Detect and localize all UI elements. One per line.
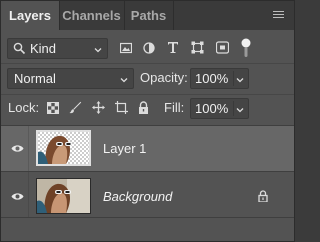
layer-name[interactable]: Background <box>103 189 172 204</box>
background-thumbnail <box>36 178 91 214</box>
layer-row-layer-1[interactable]: Layer 1 <box>1 126 294 171</box>
smart-object-filter-icon[interactable] <box>216 41 229 54</box>
lock-all-icon[interactable] <box>138 101 149 114</box>
search-icon <box>13 42 26 55</box>
lock-image-pixels-icon[interactable] <box>69 101 82 114</box>
filter-toggle-icon[interactable] <box>241 38 251 58</box>
chevron-down-icon[interactable] <box>236 106 244 114</box>
layers-panel: Layers Channels Paths Kind Normal Opacit… <box>0 0 295 242</box>
adjustment-filter-icon[interactable] <box>143 42 155 54</box>
divider <box>1 63 294 64</box>
blend-mode-value: Normal <box>14 71 56 86</box>
filter-kind-value: Kind <box>30 41 57 56</box>
panel-menu-icon[interactable] <box>273 11 284 19</box>
panel-tab-bar: Layers Channels Paths <box>1 1 294 30</box>
fill-label: Fill: <box>164 100 185 115</box>
chevron-down-icon <box>94 48 102 53</box>
lock-transparent-pixels-icon[interactable] <box>47 102 59 114</box>
layer-name[interactable]: Layer 1 <box>103 141 146 156</box>
opacity-label: Opacity: <box>140 70 188 85</box>
chevron-down-icon <box>120 78 128 83</box>
chevron-down-icon[interactable] <box>236 76 244 84</box>
divider <box>1 94 294 95</box>
divider <box>233 71 234 86</box>
tab-layers[interactable]: Layers <box>1 1 60 30</box>
divider <box>28 172 29 217</box>
layer-row-background[interactable]: Background <box>1 172 294 217</box>
divider <box>28 126 29 171</box>
opacity-field[interactable]: 100% <box>190 68 249 89</box>
shape-filter-icon[interactable] <box>191 41 204 54</box>
layer-1-image <box>38 132 89 164</box>
lock-artboard-icon[interactable] <box>115 101 128 114</box>
filter-kind-select[interactable]: Kind <box>7 38 108 59</box>
blend-mode-select[interactable]: Normal <box>7 68 134 89</box>
tab-paths[interactable]: Paths <box>124 1 174 30</box>
eye-icon[interactable] <box>11 144 24 153</box>
background-image <box>37 179 90 213</box>
opacity-value: 100% <box>195 71 229 86</box>
layer-1-thumbnail <box>36 130 91 166</box>
image-filter-icon[interactable] <box>120 42 132 54</box>
fill-value: 100% <box>195 101 229 116</box>
tab-channels[interactable]: Channels <box>59 1 125 30</box>
divider <box>233 101 234 116</box>
type-filter-icon[interactable] <box>167 41 179 54</box>
divider <box>1 217 294 218</box>
lock-position-icon[interactable] <box>92 101 105 114</box>
fill-field[interactable]: 100% <box>190 98 249 119</box>
lock-icon[interactable] <box>258 190 268 202</box>
eye-icon[interactable] <box>11 192 24 201</box>
lock-label: Lock: <box>8 100 40 115</box>
